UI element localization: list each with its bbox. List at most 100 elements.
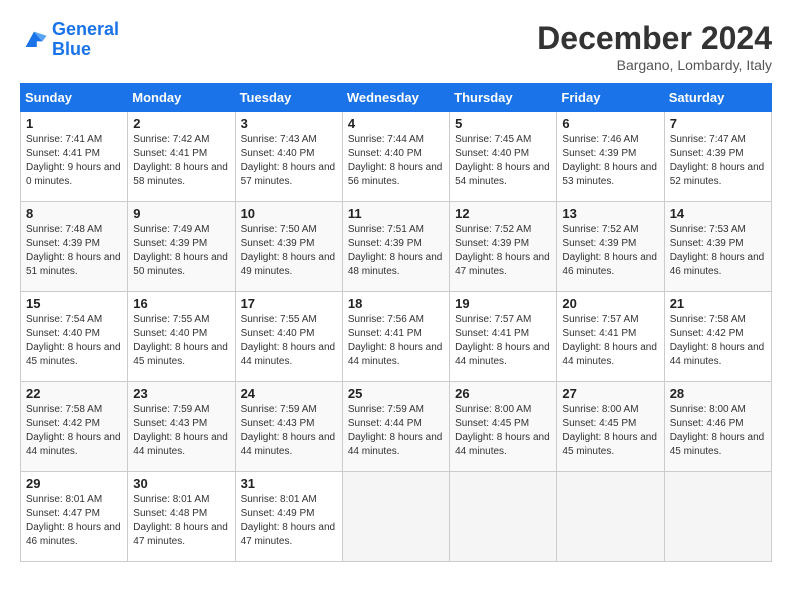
page-header: General Blue December 2024 Bargano, Lomb… [20,20,772,73]
day-info: Sunrise: 8:01 AM Sunset: 4:48 PM Dayligh… [133,493,229,549]
daylight-label: Daylight: 8 hours and 44 minutes. [241,342,336,367]
calendar-cell: 25 Sunrise: 7:59 AM Sunset: 4:44 PM Dayl… [342,382,449,472]
sunrise-label: Sunrise: 7:44 AM [348,134,424,145]
calendar-week-row: 8 Sunrise: 7:48 AM Sunset: 4:39 PM Dayli… [21,202,772,292]
day-number: 6 [562,116,658,131]
daylight-label: Daylight: 8 hours and 45 minutes. [133,342,228,367]
sunrise-label: Sunrise: 7:59 AM [133,404,209,415]
day-info: Sunrise: 7:54 AM Sunset: 4:40 PM Dayligh… [26,313,122,369]
day-info: Sunrise: 7:59 AM Sunset: 4:44 PM Dayligh… [348,403,444,459]
day-number: 10 [241,206,337,221]
day-number: 15 [26,296,122,311]
day-info: Sunrise: 7:42 AM Sunset: 4:41 PM Dayligh… [133,133,229,189]
calendar-cell: 7 Sunrise: 7:47 AM Sunset: 4:39 PM Dayli… [664,112,771,202]
daylight-label: Daylight: 8 hours and 44 minutes. [348,342,443,367]
weekday-header: Friday [557,84,664,112]
day-info: Sunrise: 8:00 AM Sunset: 4:45 PM Dayligh… [455,403,551,459]
daylight-label: Daylight: 8 hours and 45 minutes. [670,432,765,457]
daylight-label: Daylight: 8 hours and 44 minutes. [133,432,228,457]
calendar-cell: 24 Sunrise: 7:59 AM Sunset: 4:43 PM Dayl… [235,382,342,472]
calendar-cell: 28 Sunrise: 8:00 AM Sunset: 4:46 PM Dayl… [664,382,771,472]
calendar-cell: 5 Sunrise: 7:45 AM Sunset: 4:40 PM Dayli… [450,112,557,202]
day-number: 7 [670,116,766,131]
calendar-cell [450,472,557,562]
day-number: 26 [455,386,551,401]
day-number: 9 [133,206,229,221]
calendar-cell: 20 Sunrise: 7:57 AM Sunset: 4:41 PM Dayl… [557,292,664,382]
sunset-label: Sunset: 4:40 PM [133,328,207,339]
sunset-label: Sunset: 4:49 PM [241,508,315,519]
daylight-label: Daylight: 8 hours and 47 minutes. [241,522,336,547]
daylight-label: Daylight: 8 hours and 57 minutes. [241,162,336,187]
day-number: 12 [455,206,551,221]
daylight-label: Daylight: 8 hours and 45 minutes. [562,432,657,457]
daylight-label: Daylight: 9 hours and 0 minutes. [26,162,121,187]
daylight-label: Daylight: 8 hours and 46 minutes. [26,522,121,547]
sunset-label: Sunset: 4:41 PM [26,148,100,159]
sunset-label: Sunset: 4:39 PM [562,148,636,159]
calendar-cell: 31 Sunrise: 8:01 AM Sunset: 4:49 PM Dayl… [235,472,342,562]
sunset-label: Sunset: 4:39 PM [670,148,744,159]
day-info: Sunrise: 7:53 AM Sunset: 4:39 PM Dayligh… [670,223,766,279]
day-number: 31 [241,476,337,491]
daylight-label: Daylight: 8 hours and 52 minutes. [670,162,765,187]
sunset-label: Sunset: 4:40 PM [348,148,422,159]
sunset-label: Sunset: 4:41 PM [348,328,422,339]
sunset-label: Sunset: 4:39 PM [455,238,529,249]
sunset-label: Sunset: 4:39 PM [348,238,422,249]
sunrise-label: Sunrise: 7:46 AM [562,134,638,145]
calendar-table: SundayMondayTuesdayWednesdayThursdayFrid… [20,83,772,562]
sunrise-label: Sunrise: 7:58 AM [670,314,746,325]
sunrise-label: Sunrise: 7:59 AM [348,404,424,415]
sunrise-label: Sunrise: 7:43 AM [241,134,317,145]
calendar-cell: 30 Sunrise: 8:01 AM Sunset: 4:48 PM Dayl… [128,472,235,562]
calendar-week-row: 15 Sunrise: 7:54 AM Sunset: 4:40 PM Dayl… [21,292,772,382]
daylight-label: Daylight: 8 hours and 49 minutes. [241,252,336,277]
sunset-label: Sunset: 4:41 PM [562,328,636,339]
day-number: 29 [26,476,122,491]
sunrise-label: Sunrise: 7:50 AM [241,224,317,235]
header-row: SundayMondayTuesdayWednesdayThursdayFrid… [21,84,772,112]
calendar-cell: 17 Sunrise: 7:55 AM Sunset: 4:40 PM Dayl… [235,292,342,382]
sunrise-label: Sunrise: 8:00 AM [455,404,531,415]
title-section: December 2024 Bargano, Lombardy, Italy [537,20,772,73]
sunrise-label: Sunrise: 7:49 AM [133,224,209,235]
day-info: Sunrise: 7:52 AM Sunset: 4:39 PM Dayligh… [455,223,551,279]
sunset-label: Sunset: 4:40 PM [26,328,100,339]
day-number: 19 [455,296,551,311]
day-number: 20 [562,296,658,311]
day-number: 23 [133,386,229,401]
daylight-label: Daylight: 8 hours and 58 minutes. [133,162,228,187]
weekday-header: Tuesday [235,84,342,112]
day-number: 4 [348,116,444,131]
day-info: Sunrise: 8:01 AM Sunset: 4:47 PM Dayligh… [26,493,122,549]
day-info: Sunrise: 7:41 AM Sunset: 4:41 PM Dayligh… [26,133,122,189]
daylight-label: Daylight: 8 hours and 44 minutes. [670,342,765,367]
calendar-cell: 22 Sunrise: 7:58 AM Sunset: 4:42 PM Dayl… [21,382,128,472]
day-info: Sunrise: 7:59 AM Sunset: 4:43 PM Dayligh… [241,403,337,459]
day-number: 11 [348,206,444,221]
day-info: Sunrise: 7:45 AM Sunset: 4:40 PM Dayligh… [455,133,551,189]
day-number: 16 [133,296,229,311]
daylight-label: Daylight: 8 hours and 45 minutes. [26,342,121,367]
day-number: 24 [241,386,337,401]
logo-text: General Blue [52,20,119,60]
sunrise-label: Sunrise: 7:57 AM [562,314,638,325]
daylight-label: Daylight: 8 hours and 56 minutes. [348,162,443,187]
sunrise-label: Sunrise: 8:01 AM [241,494,317,505]
calendar-cell: 27 Sunrise: 8:00 AM Sunset: 4:45 PM Dayl… [557,382,664,472]
sunset-label: Sunset: 4:45 PM [562,418,636,429]
logo-icon [20,26,48,54]
daylight-label: Daylight: 8 hours and 44 minutes. [26,432,121,457]
calendar-cell: 29 Sunrise: 8:01 AM Sunset: 4:47 PM Dayl… [21,472,128,562]
day-number: 2 [133,116,229,131]
logo: General Blue [20,20,119,60]
calendar-cell [664,472,771,562]
calendar-header: SundayMondayTuesdayWednesdayThursdayFrid… [21,84,772,112]
calendar-cell: 4 Sunrise: 7:44 AM Sunset: 4:40 PM Dayli… [342,112,449,202]
day-info: Sunrise: 8:01 AM Sunset: 4:49 PM Dayligh… [241,493,337,549]
day-info: Sunrise: 7:58 AM Sunset: 4:42 PM Dayligh… [26,403,122,459]
sunrise-label: Sunrise: 7:57 AM [455,314,531,325]
daylight-label: Daylight: 8 hours and 48 minutes. [348,252,443,277]
sunset-label: Sunset: 4:42 PM [670,328,744,339]
